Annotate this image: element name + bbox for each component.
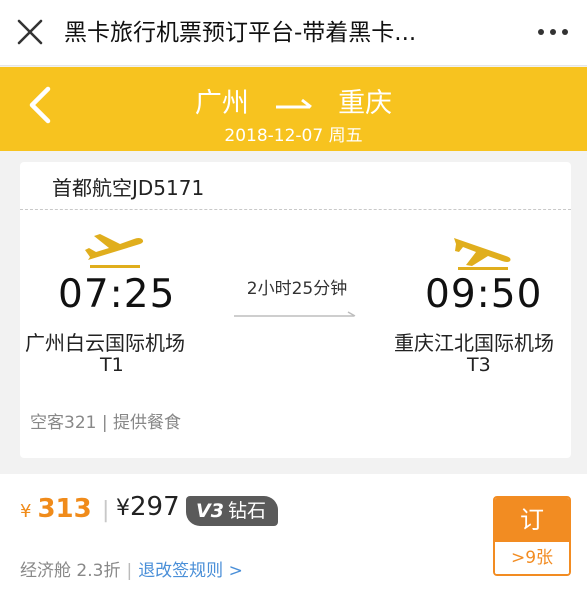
cabin-class-discount: 经济舱 2.3折 xyxy=(20,561,121,581)
price-main: ¥313 xyxy=(20,494,92,524)
close-icon[interactable] xyxy=(16,18,44,46)
vip-currency-symbol: ¥ xyxy=(116,496,130,521)
departure-time: 07:25 xyxy=(58,272,176,317)
flight-date: 2018-12-07 周五 xyxy=(224,126,363,146)
cabin-separator: | xyxy=(126,561,133,581)
currency-symbol: ¥ xyxy=(20,501,32,522)
duration-arrow-icon xyxy=(234,311,356,317)
browser-top-bar: 黑卡旅行机票预订平台-带着黑卡... xyxy=(0,0,587,66)
vip-label: 钻石 xyxy=(227,500,266,522)
flight-card: 首都航空JD5171 07:25 09:50 2小时25分钟 广州白云国际机场 … xyxy=(20,162,571,458)
departure-airport: 广州白云国际机场 xyxy=(25,331,185,355)
route-title: 广州 重庆 xyxy=(0,81,587,120)
landing-plane-icon xyxy=(454,238,511,270)
aircraft-meal-info: 空客321 | 提供餐食 xyxy=(30,413,181,433)
more-icon[interactable] xyxy=(535,18,571,46)
arrival-airport: 重庆江北国际机场 xyxy=(394,331,554,355)
vip-price-value: 297 xyxy=(130,492,180,522)
price-value: 313 xyxy=(37,494,92,524)
price-section: ¥313 | ¥297 V3 钻石 经济舱 2.3折 | 退改签规则 > 订 >9张 xyxy=(0,474,587,591)
seats-remaining: >9张 xyxy=(495,542,569,574)
arrival-terminal: T3 xyxy=(467,354,491,376)
vip-level: V3 xyxy=(196,500,224,522)
page-title: 黑卡旅行机票预订平台-带着黑卡... xyxy=(64,20,417,46)
refund-change-rules-link[interactable]: 退改签规则 > xyxy=(138,561,243,581)
airline-flight-number: 首都航空JD5171 xyxy=(52,176,205,200)
book-button[interactable]: 订 >9张 xyxy=(493,496,571,576)
route-header: 广州 重庆 2018-12-07 周五 xyxy=(0,67,587,151)
takeoff-plane-icon xyxy=(85,234,144,268)
vip-price: ¥297 xyxy=(116,492,180,522)
departure-terminal: T1 xyxy=(100,354,124,376)
price-separator: | xyxy=(102,498,110,523)
dashed-divider xyxy=(20,209,571,210)
arrival-time: 09:50 xyxy=(425,272,543,317)
origin-city: 广州 xyxy=(194,88,249,119)
book-button-label: 订 xyxy=(495,498,569,542)
destination-city: 重庆 xyxy=(338,88,393,119)
route-arrow-icon xyxy=(275,98,312,108)
flight-duration: 2小时25分钟 xyxy=(246,279,348,299)
vip-diamond-badge: V3 钻石 xyxy=(186,496,278,526)
cabin-info: 经济舱 2.3折 | 退改签规则 > xyxy=(20,556,243,581)
